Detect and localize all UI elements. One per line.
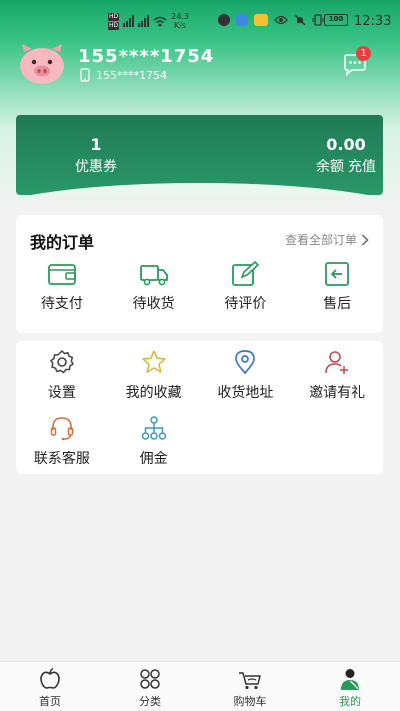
- orders-status-row: 待支付 待收货 待评价 售后: [16, 261, 383, 313]
- coupon-count: 1: [90, 135, 102, 154]
- wallet-card: 1 优惠券 0.00 余额 充值: [16, 115, 383, 195]
- order-item-label: 待收货: [132, 296, 175, 312]
- bottom-tab-bar: 首页 分类 购物车 我的: [0, 661, 400, 711]
- tab-label: 我的: [339, 695, 361, 708]
- status-bar-signals: HD HD 24.3 K/s: [108, 12, 189, 30]
- order-item-label: 待评价: [224, 296, 267, 312]
- network-speed-unit: K/s: [173, 21, 187, 30]
- battery-indicator: 100: [324, 14, 348, 26]
- edit-icon: [232, 261, 260, 286]
- headset-icon: [50, 417, 74, 441]
- service-invite[interactable]: 邀请有礼: [291, 349, 383, 402]
- tab-label: 分类: [139, 695, 161, 708]
- view-all-orders-label: 查看全部订单: [284, 233, 357, 247]
- balance-value: 0.00: [326, 135, 366, 154]
- status-time: 12:33: [354, 14, 392, 29]
- wallet-card-curve: [16, 183, 383, 195]
- signal-icon: [123, 15, 135, 27]
- gear-icon: [49, 349, 74, 374]
- truck-icon: [139, 265, 168, 286]
- network-speed: 24.3 K/s: [171, 12, 189, 30]
- order-item-label: 待支付: [40, 296, 83, 312]
- network-icon: [141, 416, 166, 440]
- coupon-label: 优惠券: [75, 159, 117, 175]
- tab-label: 首页: [39, 695, 61, 708]
- service-favorites[interactable]: 我的收藏: [108, 349, 200, 402]
- order-after-sales[interactable]: 售后: [291, 261, 383, 313]
- phone-icon: [80, 68, 90, 82]
- location-pin-icon: [235, 350, 256, 375]
- balance-label[interactable]: 余额: [316, 156, 344, 176]
- add-user-icon: [325, 351, 349, 374]
- service-label: 我的收藏: [125, 385, 182, 401]
- service-settings[interactable]: 设置: [16, 349, 108, 402]
- view-all-orders-link[interactable]: 查看全部订单: [285, 231, 369, 248]
- signal-icon-2: [138, 15, 150, 27]
- app-notification-icon: [218, 14, 230, 26]
- service-label: 设置: [47, 385, 76, 401]
- service-label: 收货地址: [217, 385, 274, 401]
- phone-number: 155****1754: [96, 68, 167, 82]
- service-label: 邀请有礼: [309, 385, 366, 401]
- wifi-icon: [153, 16, 167, 26]
- coupon-block[interactable]: 1 优惠券: [56, 135, 136, 176]
- recharge-button[interactable]: 充值: [348, 156, 376, 176]
- order-item-label: 售后: [323, 296, 352, 312]
- order-pending-review[interactable]: 待评价: [200, 261, 292, 313]
- vibrate-icon: [312, 14, 324, 26]
- apple-icon: [40, 667, 60, 689]
- avatar-pig-icon[interactable]: [18, 42, 66, 86]
- return-icon: [325, 262, 350, 286]
- hd-indicator-icon: HD HD: [108, 12, 120, 30]
- service-label: 佣金: [139, 451, 168, 467]
- emoji-app-icon: [254, 14, 268, 26]
- eye-icon: [274, 15, 288, 25]
- mute-icon: [294, 14, 306, 26]
- cart-icon: [239, 672, 261, 690]
- orders-card: 我的订单 查看全部订单 待支付 待收货 待评价 售后: [16, 215, 383, 333]
- service-customer-support[interactable]: 联系客服: [16, 415, 108, 468]
- wallet-icon: [47, 264, 76, 285]
- tab-home[interactable]: 首页: [0, 662, 100, 711]
- service-label: 联系客服: [33, 451, 90, 467]
- service-commission[interactable]: 佣金: [108, 415, 200, 468]
- status-bar-app-icons: [218, 14, 324, 26]
- username: 155****1754: [78, 46, 215, 67]
- tab-mine[interactable]: 我的: [300, 662, 400, 711]
- orders-title: 我的订单: [30, 233, 95, 252]
- order-pending-payment[interactable]: 待支付: [16, 261, 108, 313]
- search-app-icon: [236, 14, 248, 26]
- tab-category[interactable]: 分类: [100, 662, 200, 711]
- star-icon: [141, 350, 166, 373]
- tab-cart[interactable]: 购物车: [200, 662, 300, 711]
- grid-icon: [140, 669, 160, 689]
- phone-row: 155****1754: [80, 68, 167, 82]
- balance-block: 0.00 余额 充值: [296, 135, 383, 176]
- network-speed-value: 24.3: [171, 12, 189, 21]
- chevron-right-icon: [361, 233, 369, 246]
- status-bar: HD HD 24.3 K/s 100 12:33: [0, 0, 400, 44]
- order-pending-receipt[interactable]: 待收货: [108, 261, 200, 313]
- tab-label: 购物车: [233, 695, 267, 708]
- service-address[interactable]: 收货地址: [200, 349, 292, 402]
- services-card: 设置 我的收藏 收货地址 邀请有礼 联系客服 佣金: [16, 341, 383, 474]
- message-badge: 1: [356, 46, 371, 61]
- user-icon: [341, 669, 359, 690]
